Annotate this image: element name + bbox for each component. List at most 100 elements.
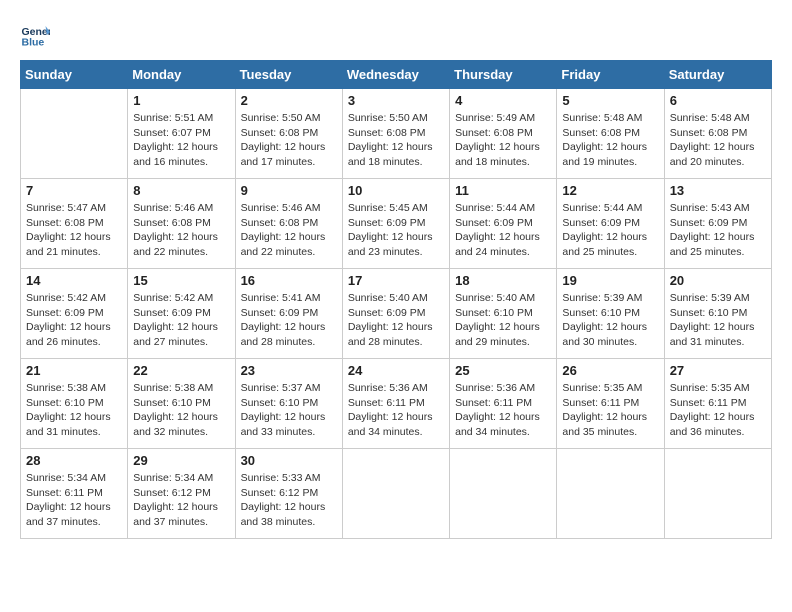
weekday-header-saturday: Saturday bbox=[664, 61, 771, 89]
calendar-cell: 25 Sunrise: 5:36 AMSunset: 6:11 PMDayligh… bbox=[450, 359, 557, 449]
calendar-cell: 4 Sunrise: 5:49 AMSunset: 6:08 PMDaylight… bbox=[450, 89, 557, 179]
day-info: Sunrise: 5:43 AMSunset: 6:09 PMDaylight:… bbox=[670, 201, 766, 260]
day-info: Sunrise: 5:47 AMSunset: 6:08 PMDaylight:… bbox=[26, 201, 122, 260]
calendar-cell: 6Sunrise: 5:48 AMSunset: 6:08 PMDaylight… bbox=[664, 89, 771, 179]
calendar-cell: 19 Sunrise: 5:39 AMSunset: 6:10 PMDayligh… bbox=[557, 269, 664, 359]
day-info: Sunrise: 5:36 AMSunset: 6:11 PMDaylight:… bbox=[455, 381, 551, 440]
day-number: 27 bbox=[670, 363, 766, 378]
day-info: Sunrise: 5:35 AMSunset: 6:11 PMDaylight:… bbox=[670, 381, 766, 440]
day-number: 15 bbox=[133, 273, 229, 288]
day-number: 26 bbox=[562, 363, 658, 378]
calendar-cell: 10 Sunrise: 5:45 AMSunset: 6:09 PMDayligh… bbox=[342, 179, 449, 269]
calendar-cell: 8 Sunrise: 5:46 AMSunset: 6:08 PMDaylight… bbox=[128, 179, 235, 269]
day-info: Sunrise: 5:51 AMSunset: 6:07 PMDaylight:… bbox=[133, 111, 229, 170]
day-info: Sunrise: 5:46 AMSunset: 6:08 PMDaylight:… bbox=[133, 201, 229, 260]
weekday-header-tuesday: Tuesday bbox=[235, 61, 342, 89]
calendar-cell: 17 Sunrise: 5:40 AMSunset: 6:09 PMDayligh… bbox=[342, 269, 449, 359]
calendar-cell: 20 Sunrise: 5:39 AMSunset: 6:10 PMDayligh… bbox=[664, 269, 771, 359]
logo: General Blue bbox=[20, 20, 54, 50]
day-number: 11 bbox=[455, 183, 551, 198]
calendar-cell: 22 Sunrise: 5:38 AMSunset: 6:10 PMDayligh… bbox=[128, 359, 235, 449]
day-number: 12 bbox=[562, 183, 658, 198]
calendar-cell: 28Sunrise: 5:34 AMSunset: 6:11 PMDayligh… bbox=[21, 449, 128, 539]
calendar-cell: 29 Sunrise: 5:34 AMSunset: 6:12 PMDayligh… bbox=[128, 449, 235, 539]
calendar-week-1: 1 Sunrise: 5:51 AMSunset: 6:07 PMDaylight… bbox=[21, 89, 772, 179]
calendar-cell: 13 Sunrise: 5:43 AMSunset: 6:09 PMDayligh… bbox=[664, 179, 771, 269]
day-number: 21 bbox=[26, 363, 122, 378]
calendar-cell: 9Sunrise: 5:46 AMSunset: 6:08 PMDaylight… bbox=[235, 179, 342, 269]
day-number: 14 bbox=[26, 273, 122, 288]
day-number: 25 bbox=[455, 363, 551, 378]
weekday-header-monday: Monday bbox=[128, 61, 235, 89]
day-number: 24 bbox=[348, 363, 444, 378]
day-number: 8 bbox=[133, 183, 229, 198]
day-info: Sunrise: 5:49 AMSunset: 6:08 PMDaylight:… bbox=[455, 111, 551, 170]
calendar-cell: 12 Sunrise: 5:44 AMSunset: 6:09 PMDayligh… bbox=[557, 179, 664, 269]
weekday-header-thursday: Thursday bbox=[450, 61, 557, 89]
day-info: Sunrise: 5:41 AMSunset: 6:09 PMDaylight:… bbox=[241, 291, 337, 350]
day-info: Sunrise: 5:34 AMSunset: 6:12 PMDaylight:… bbox=[133, 471, 229, 530]
day-info: Sunrise: 5:50 AMSunset: 6:08 PMDaylight:… bbox=[348, 111, 444, 170]
calendar-cell: 16 Sunrise: 5:41 AMSunset: 6:09 PMDayligh… bbox=[235, 269, 342, 359]
calendar-table: SundayMondayTuesdayWednesdayThursdayFrid… bbox=[20, 60, 772, 539]
weekday-header-friday: Friday bbox=[557, 61, 664, 89]
calendar-cell bbox=[664, 449, 771, 539]
calendar-cell: 24 Sunrise: 5:36 AMSunset: 6:11 PMDayligh… bbox=[342, 359, 449, 449]
calendar-cell bbox=[450, 449, 557, 539]
calendar-header-row: SundayMondayTuesdayWednesdayThursdayFrid… bbox=[21, 61, 772, 89]
day-info: Sunrise: 5:39 AMSunset: 6:10 PMDaylight:… bbox=[670, 291, 766, 350]
day-info: Sunrise: 5:38 AMSunset: 6:10 PMDaylight:… bbox=[133, 381, 229, 440]
logo-icon: General Blue bbox=[20, 20, 50, 50]
day-number: 7 bbox=[26, 183, 122, 198]
day-info: Sunrise: 5:34 AMSunset: 6:11 PMDaylight:… bbox=[26, 471, 122, 530]
day-number: 20 bbox=[670, 273, 766, 288]
calendar-cell: 30 Sunrise: 5:33 AMSunset: 6:12 PMDayligh… bbox=[235, 449, 342, 539]
day-number: 16 bbox=[241, 273, 337, 288]
day-number: 22 bbox=[133, 363, 229, 378]
day-info: Sunrise: 5:37 AMSunset: 6:10 PMDaylight:… bbox=[241, 381, 337, 440]
calendar-cell: 15 Sunrise: 5:42 AMSunset: 6:09 PMDayligh… bbox=[128, 269, 235, 359]
day-number: 19 bbox=[562, 273, 658, 288]
svg-text:Blue: Blue bbox=[22, 37, 45, 49]
day-info: Sunrise: 5:42 AMSunset: 6:09 PMDaylight:… bbox=[133, 291, 229, 350]
day-info: Sunrise: 5:44 AMSunset: 6:09 PMDaylight:… bbox=[455, 201, 551, 260]
day-number: 3 bbox=[348, 93, 444, 108]
day-number: 4 bbox=[455, 93, 551, 108]
calendar-cell: 21 Sunrise: 5:38 AMSunset: 6:10 PMDayligh… bbox=[21, 359, 128, 449]
day-number: 1 bbox=[133, 93, 229, 108]
day-info: Sunrise: 5:36 AMSunset: 6:11 PMDaylight:… bbox=[348, 381, 444, 440]
day-info: Sunrise: 5:44 AMSunset: 6:09 PMDaylight:… bbox=[562, 201, 658, 260]
day-number: 17 bbox=[348, 273, 444, 288]
calendar-cell: 5Sunrise: 5:48 AMSunset: 6:08 PMDaylight… bbox=[557, 89, 664, 179]
day-number: 10 bbox=[348, 183, 444, 198]
calendar-week-3: 14 Sunrise: 5:42 AMSunset: 6:09 PMDayligh… bbox=[21, 269, 772, 359]
calendar-week-4: 21 Sunrise: 5:38 AMSunset: 6:10 PMDayligh… bbox=[21, 359, 772, 449]
day-info: Sunrise: 5:48 AMSunset: 6:08 PMDaylight:… bbox=[562, 111, 658, 170]
day-info: Sunrise: 5:50 AMSunset: 6:08 PMDaylight:… bbox=[241, 111, 337, 170]
day-number: 29 bbox=[133, 453, 229, 468]
day-info: Sunrise: 5:33 AMSunset: 6:12 PMDaylight:… bbox=[241, 471, 337, 530]
calendar-cell: 23Sunrise: 5:37 AMSunset: 6:10 PMDayligh… bbox=[235, 359, 342, 449]
calendar-cell: 11 Sunrise: 5:44 AMSunset: 6:09 PMDayligh… bbox=[450, 179, 557, 269]
page-header: General Blue bbox=[20, 20, 772, 50]
calendar-cell: 7 Sunrise: 5:47 AMSunset: 6:08 PMDaylight… bbox=[21, 179, 128, 269]
day-number: 6 bbox=[670, 93, 766, 108]
calendar-cell bbox=[342, 449, 449, 539]
day-info: Sunrise: 5:40 AMSunset: 6:09 PMDaylight:… bbox=[348, 291, 444, 350]
day-info: Sunrise: 5:39 AMSunset: 6:10 PMDaylight:… bbox=[562, 291, 658, 350]
calendar-cell bbox=[21, 89, 128, 179]
calendar-cell: 14 Sunrise: 5:42 AMSunset: 6:09 PMDayligh… bbox=[21, 269, 128, 359]
calendar-cell: 2 Sunrise: 5:50 AMSunset: 6:08 PMDaylight… bbox=[235, 89, 342, 179]
day-info: Sunrise: 5:38 AMSunset: 6:10 PMDaylight:… bbox=[26, 381, 122, 440]
calendar-cell bbox=[557, 449, 664, 539]
calendar-cell: 3 Sunrise: 5:50 AMSunset: 6:08 PMDaylight… bbox=[342, 89, 449, 179]
day-info: Sunrise: 5:42 AMSunset: 6:09 PMDaylight:… bbox=[26, 291, 122, 350]
day-number: 30 bbox=[241, 453, 337, 468]
calendar-week-5: 28Sunrise: 5:34 AMSunset: 6:11 PMDayligh… bbox=[21, 449, 772, 539]
day-number: 2 bbox=[241, 93, 337, 108]
day-info: Sunrise: 5:45 AMSunset: 6:09 PMDaylight:… bbox=[348, 201, 444, 260]
calendar-week-2: 7 Sunrise: 5:47 AMSunset: 6:08 PMDaylight… bbox=[21, 179, 772, 269]
day-number: 13 bbox=[670, 183, 766, 198]
day-number: 18 bbox=[455, 273, 551, 288]
calendar-cell: 1 Sunrise: 5:51 AMSunset: 6:07 PMDaylight… bbox=[128, 89, 235, 179]
